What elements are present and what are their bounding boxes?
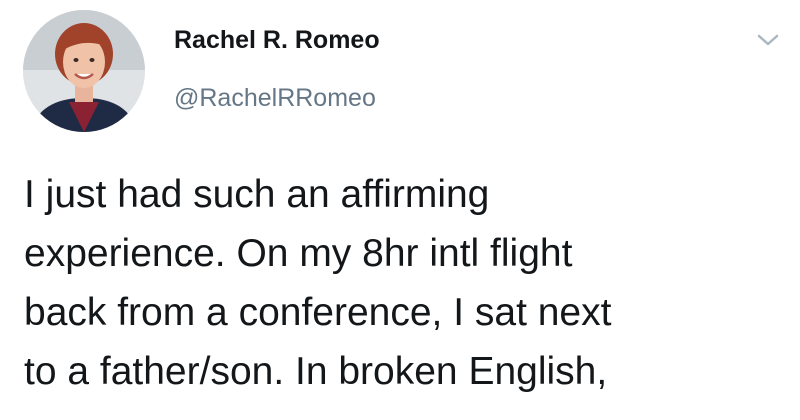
tweet-text: I just had such an affirming experience.… bbox=[24, 165, 794, 401]
tweet-text-line: to a father/son. In broken English, bbox=[24, 350, 608, 393]
author-display-name[interactable]: Rachel R. Romeo bbox=[174, 26, 380, 55]
tweet-text-line: back from a conference, I sat next bbox=[24, 291, 612, 334]
tweet-text-line: experience. On my 8hr intl flight bbox=[24, 232, 573, 275]
avatar-photo bbox=[23, 10, 145, 132]
author-handle[interactable]: @RachelRRomeo bbox=[174, 84, 376, 113]
chevron-down-icon[interactable] bbox=[754, 30, 782, 50]
tweet-text-line: I just had such an affirming bbox=[24, 173, 490, 216]
avatar[interactable] bbox=[23, 10, 145, 132]
tweet-card: Rachel R. Romeo @RachelRRomeo I just had… bbox=[0, 0, 800, 420]
